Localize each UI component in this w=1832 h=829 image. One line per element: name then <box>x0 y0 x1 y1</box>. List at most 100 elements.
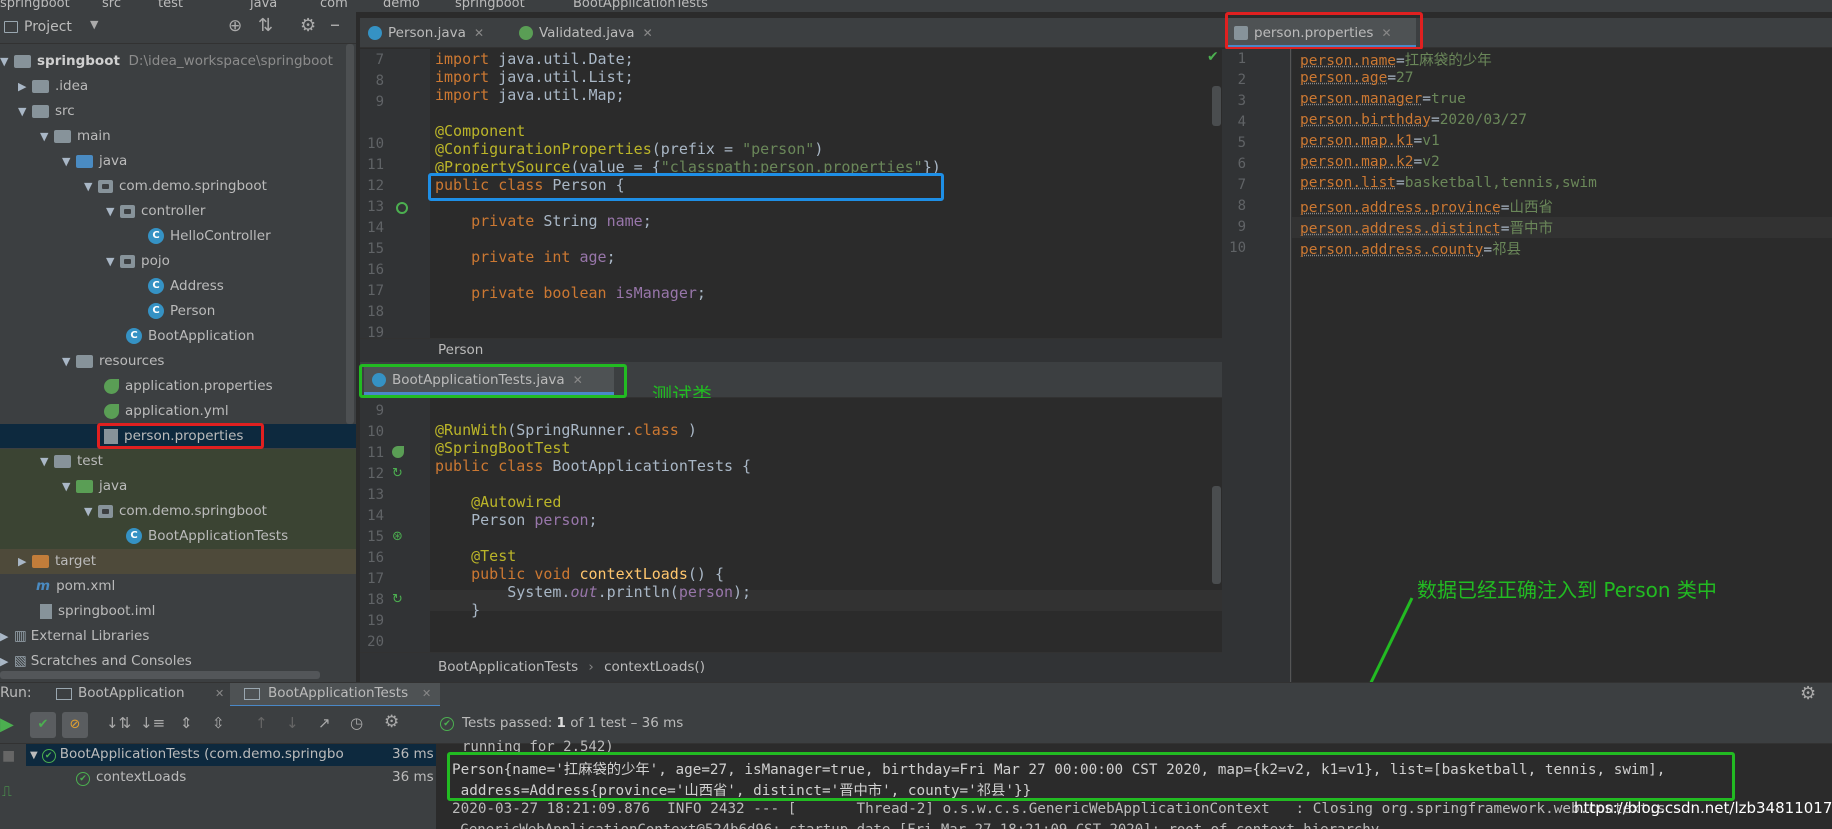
tree-item-iml[interactable]: springboot.iml <box>40 599 155 623</box>
history-icon[interactable]: ◷ <box>350 714 363 732</box>
nav-crumb-src[interactable]: src <box>102 0 121 11</box>
autowired-icon[interactable]: ⊛ <box>392 529 403 544</box>
line-number: 9 <box>1237 219 1246 235</box>
chevron-down-icon[interactable]: ▼ <box>90 18 98 31</box>
tree-item-address[interactable]: C Address <box>148 274 224 298</box>
close-icon[interactable]: ✕ <box>474 26 484 40</box>
test-row-class[interactable]: ▼ ✔ BootApplicationTests (com.demo.springb… <box>30 746 344 763</box>
tree-item-java-test[interactable]: ▼ java <box>62 474 127 498</box>
run-tab-bootapplication[interactable]: BootApplication ✕ <box>50 683 230 707</box>
project-horizontal-scrollbar[interactable] <box>0 671 320 679</box>
tree-item-test[interactable]: ▼ test <box>40 449 103 473</box>
line-number: 7 <box>375 52 384 68</box>
close-icon[interactable]: ✕ <box>643 26 653 40</box>
property-entry: person.birthday=2020/03/27 <box>1300 112 1527 128</box>
tab-validated-java[interactable]: Validated.java ✕ <box>511 18 679 48</box>
stop-icon[interactable]: ■ <box>2 748 15 764</box>
sort-alpha-icon[interactable]: ↓⇅ <box>106 714 131 732</box>
nav-crumb-project[interactable]: springboot <box>0 0 70 11</box>
tree-item-package[interactable]: ▼ com.demo.springboot <box>84 174 267 198</box>
tree-item-pom[interactable]: m pom.xml <box>36 574 115 598</box>
breadcrumb-class[interactable]: Person <box>438 342 483 358</box>
property-separator: = <box>1500 221 1510 237</box>
tree-item-person[interactable]: C Person <box>148 299 215 323</box>
line-number: 11 <box>367 445 384 461</box>
locate-icon[interactable]: ⊕ <box>228 16 242 36</box>
tree-item-bootapplicationtests[interactable]: C BootApplicationTests <box>126 524 288 548</box>
previous-icon[interactable]: ↑ <box>255 714 268 732</box>
bean-gutter-icon[interactable] <box>396 202 408 214</box>
run-label: Run: <box>0 685 32 701</box>
property-key: person.birthday <box>1300 112 1431 128</box>
show-passed-icon[interactable]: ✔ <box>30 712 56 738</box>
nav-crumb-demo[interactable]: demo <box>383 0 420 11</box>
line-number: 11 <box>367 157 384 173</box>
gear-icon[interactable]: ⚙ <box>300 15 316 36</box>
tree-item-resources[interactable]: ▼ resources <box>62 349 164 373</box>
line-number: 14 <box>367 508 384 524</box>
nav-crumb-test[interactable]: test <box>158 0 183 11</box>
export-icon[interactable]: ↗ <box>318 714 331 732</box>
tree-item-application-properties[interactable]: application.properties <box>104 374 273 398</box>
editor-bottom-scrollbar[interactable] <box>1212 486 1221 584</box>
code-bottom: @RunWith(SpringRunner.class ) @SpringBoo… <box>435 421 752 619</box>
close-icon[interactable]: ✕ <box>422 687 431 700</box>
test-row-method[interactable]: ✔ contextLoads <box>76 769 186 786</box>
folder-icon <box>54 454 71 468</box>
tree-item-scratches[interactable]: ▶ ▧ Scratches and Consoles <box>0 649 192 673</box>
editor-tabbar-main: Person.java ✕ Validated.java ✕ <box>360 18 1222 48</box>
run-test-icon[interactable]: ↻ <box>392 466 403 481</box>
tree-root[interactable]: ▼ springboot D:\idea_workspace\springboot <box>0 49 356 73</box>
hide-panel-icon[interactable]: – <box>330 12 340 36</box>
highlight-console-output <box>447 752 1735 801</box>
test-status: Tests passed: 1 of 1 test – 36 ms <box>462 715 684 731</box>
close-icon[interactable]: ✕ <box>215 687 224 700</box>
nav-crumb-class[interactable]: BootApplicationTests <box>573 0 708 11</box>
gear-icon[interactable]: ⚙ <box>384 712 399 732</box>
tree-item-idea[interactable]: ▶ .idea <box>18 74 88 98</box>
tree-item-java-main[interactable]: ▼ java <box>62 149 127 173</box>
rerun-icon[interactable]: ▶ <box>0 714 14 735</box>
tree-item-external-libraries[interactable]: ▶ ▥ External Libraries <box>0 624 149 648</box>
gutter-divider <box>1290 49 1291 682</box>
tree-item-src[interactable]: ▼ src <box>18 99 75 123</box>
breadcrumb-class[interactable]: BootApplicationTests <box>438 659 578 675</box>
collapse-all-icon[interactable]: ⇳ <box>212 714 225 732</box>
tab-person-java[interactable]: Person.java ✕ <box>360 18 511 48</box>
injection-annotation: 数据已经正确注入到 Person 类中 <box>1417 578 1717 602</box>
project-panel-title[interactable]: Project <box>24 19 72 35</box>
tree-item-main[interactable]: ▼ main <box>40 124 111 148</box>
excluded-folder-icon <box>32 554 49 568</box>
show-ignored-icon[interactable]: ⊘ <box>62 712 88 738</box>
tree-item-target[interactable]: ▶ target <box>18 549 96 573</box>
tree-item-application-yml[interactable]: application.yml <box>104 399 229 423</box>
collapse-all-icon[interactable]: ⇅ <box>258 15 273 36</box>
nav-crumb-springboot[interactable]: springboot <box>455 0 525 11</box>
property-key: person.name <box>1300 53 1397 69</box>
property-entry: person.manager=true <box>1300 91 1466 107</box>
highlight-person-properties-file <box>97 423 264 449</box>
nav-crumb-java[interactable]: java <box>250 0 277 11</box>
tree-item-controller[interactable]: ▼ controller <box>106 199 205 223</box>
breadcrumb-method[interactable]: contextLoads() <box>604 659 705 675</box>
run-tab-bootapplicationtests[interactable]: BootApplicationTests ✕ <box>230 683 440 707</box>
sort-duration-icon[interactable]: ↓≡ <box>140 714 165 732</box>
run-tabs: Run: BootApplication ✕ BootApplicationTe… <box>0 682 1832 707</box>
run-test-icon[interactable]: ↻ <box>392 592 403 607</box>
nav-crumb-com[interactable]: com <box>320 0 348 11</box>
tree-item-package-test[interactable]: ▼ com.demo.springboot <box>84 499 267 523</box>
tree-item-hellocontroller[interactable]: C HelloController <box>148 224 271 248</box>
next-icon[interactable]: ↓ <box>286 714 299 732</box>
line-number: 10 <box>367 136 384 152</box>
expand-all-icon[interactable]: ⇕ <box>180 714 193 732</box>
property-key: person.address.province <box>1300 200 1501 216</box>
package-icon <box>120 254 135 268</box>
coverage-icon[interactable]: ⎍ <box>2 784 12 800</box>
scratches-icon: ▧ <box>14 653 27 669</box>
tree-item-pojo[interactable]: ▼ pojo <box>106 249 170 273</box>
gear-icon[interactable]: ⚙ <box>1800 683 1816 704</box>
property-entry: person.map.k1=v1 <box>1300 133 1440 149</box>
tree-item-bootapplication[interactable]: C BootApplication <box>126 324 255 348</box>
property-key: person.manager <box>1300 91 1423 107</box>
line-number: 1 <box>1237 51 1246 67</box>
